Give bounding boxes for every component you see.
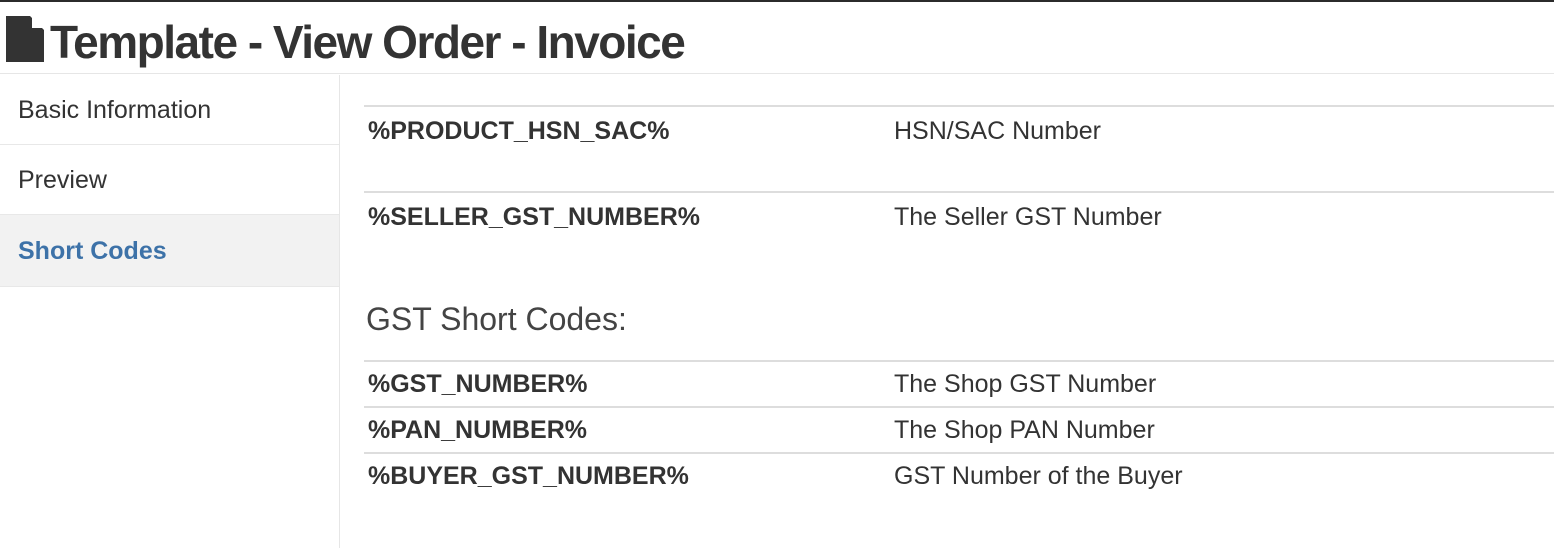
- short-codes-panel: %PRODUCT_HSN_SAC% HSN/SAC Number %SELLER…: [364, 75, 1554, 548]
- product-codes-table: %PRODUCT_HSN_SAC% HSN/SAC Number %SELLER…: [364, 105, 1554, 278]
- page-header: Template - View Order - Invoice: [0, 2, 1554, 74]
- short-code: %PRODUCT_HSN_SAC%: [364, 105, 894, 192]
- short-code-description: HSN/SAC Number: [894, 105, 1554, 192]
- short-code-description: GST Number of the Buyer: [894, 452, 1554, 499]
- short-code: %PAN_NUMBER%: [364, 406, 894, 453]
- page-title: Template - View Order - Invoice: [50, 16, 686, 68]
- table-row: %PAN_NUMBER% The Shop PAN Number: [364, 406, 1554, 453]
- short-code-description: The Shop GST Number: [894, 360, 1554, 407]
- short-code: %SELLER_GST_NUMBER%: [364, 191, 894, 278]
- table-row: %BUYER_GST_NUMBER% GST Number of the Buy…: [364, 452, 1554, 499]
- table-row: %SELLER_GST_NUMBER% The Seller GST Numbe…: [364, 191, 1554, 278]
- sidebar-nav: Basic Information Preview Short Codes: [0, 75, 340, 548]
- short-code: %BUYER_GST_NUMBER%: [364, 452, 894, 499]
- table-row: %GST_NUMBER% The Shop GST Number: [364, 360, 1554, 407]
- table-row: %PRODUCT_HSN_SAC% HSN/SAC Number: [364, 105, 1554, 192]
- sidebar-item-short-codes[interactable]: Short Codes: [0, 215, 339, 287]
- gst-section-heading: GST Short Codes:: [366, 301, 627, 337]
- short-code-description: The Seller GST Number: [894, 191, 1554, 278]
- gst-codes-table: %GST_NUMBER% The Shop GST Number %PAN_NU…: [364, 360, 1554, 499]
- document-icon: [6, 16, 44, 62]
- short-code: %GST_NUMBER%: [364, 360, 894, 407]
- sidebar-item-basic-information[interactable]: Basic Information: [0, 75, 339, 145]
- sidebar-list: Basic Information Preview Short Codes: [0, 75, 339, 287]
- short-code-description: The Shop PAN Number: [894, 406, 1554, 453]
- sidebar-item-preview[interactable]: Preview: [0, 145, 339, 215]
